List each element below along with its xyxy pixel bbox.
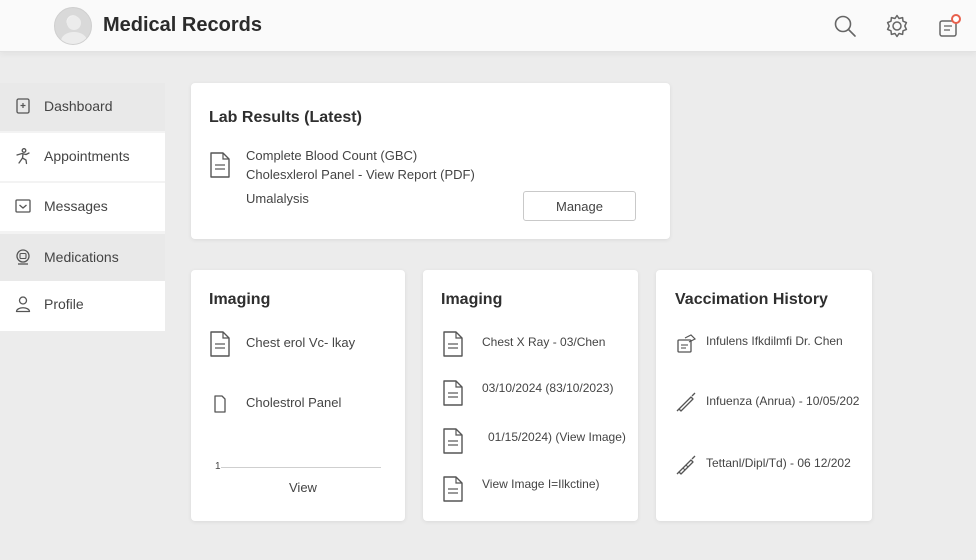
- imaging-item[interactable]: Chest X Ray - 03/Chen: [482, 335, 605, 349]
- sidebar-item-label: Dashboard: [44, 98, 113, 114]
- document-icon: [442, 330, 464, 358]
- imaging-item[interactable]: Cholestrol Panel: [246, 395, 341, 410]
- vaccination-item[interactable]: Infulens Ifkdilmfi Dr. Chen: [706, 334, 843, 348]
- document-icon: [209, 151, 231, 179]
- vaccination-item[interactable]: Infuenza (Anrua) - 10/05/202: [706, 394, 859, 408]
- sidebar-item-medications[interactable]: Medications: [0, 234, 165, 282]
- avatar[interactable]: [54, 7, 92, 45]
- document-icon: [209, 330, 231, 358]
- syringe-icon: [675, 454, 697, 476]
- imaging-item[interactable]: Chest erol Vc- lkay: [246, 335, 355, 350]
- document-icon: [213, 394, 227, 414]
- sidebar-item-label: Profile: [44, 296, 84, 312]
- pill-icon: [14, 248, 32, 266]
- card-title: Vaccimation History: [675, 291, 828, 308]
- notification-icon[interactable]: [936, 13, 962, 39]
- app-header: Medical Records: [0, 0, 976, 52]
- document-icon: [442, 427, 464, 455]
- marker-label: 1: [215, 461, 221, 472]
- sidebar-item-label: Medications: [44, 249, 119, 265]
- manage-button[interactable]: Manage: [523, 191, 636, 221]
- dashboard-icon: [14, 97, 32, 115]
- imaging-item[interactable]: View Image I=Ilkctine): [482, 477, 600, 491]
- sidebar: Dashboard Appointments Messages Medicati…: [0, 83, 165, 331]
- lab-result-item[interactable]: Umalalysis: [246, 191, 309, 206]
- sidebar-item-messages[interactable]: Messages: [0, 183, 165, 231]
- card-title: Imaging: [441, 291, 503, 308]
- sidebar-item-label: Appointments: [44, 148, 130, 164]
- lab-results-card: Lab Results (Latest) Complete Blood Coun…: [191, 83, 670, 239]
- app-title: Medical Records: [103, 14, 262, 36]
- person-activity-icon: [14, 147, 32, 165]
- sidebar-item-profile[interactable]: Profile: [0, 281, 165, 331]
- sidebar-item-appointments[interactable]: Appointments: [0, 133, 165, 181]
- lab-result-item[interactable]: Complete Blood Count (GBC): [246, 148, 417, 163]
- lab-result-item[interactable]: Cholesxlerol Panel - View Report (PDF): [246, 167, 475, 182]
- imaging-item[interactable]: 01/15/2024) (View Image): [488, 430, 626, 444]
- divider: [221, 467, 381, 468]
- search-icon[interactable]: [832, 13, 858, 39]
- sidebar-item-label: Messages: [44, 198, 108, 214]
- vaccination-card: Vaccimation History Infulens Ifkdilmfi D…: [656, 270, 872, 521]
- view-link[interactable]: View: [289, 480, 317, 495]
- gear-icon[interactable]: [884, 13, 910, 39]
- imaging-item[interactable]: 03/10/2024 (83/10/2023): [482, 381, 613, 395]
- message-icon: [14, 197, 32, 215]
- document-icon: [442, 379, 464, 407]
- document-icon: [442, 475, 464, 503]
- imaging-card-1: Imaging Chest erol Vc- lkay Cholestrol P…: [191, 270, 405, 521]
- user-icon: [14, 295, 32, 313]
- syringe-icon: [675, 391, 697, 413]
- vaccine-certificate-icon: [675, 333, 697, 355]
- vaccination-item[interactable]: Tettanl/Dipl/Td) - 06 12/202: [706, 456, 851, 470]
- card-title: Lab Results (Latest): [209, 109, 362, 126]
- card-title: Imaging: [209, 291, 271, 308]
- imaging-card-2: Imaging Chest X Ray - 03/Chen 03/10/2024…: [423, 270, 638, 521]
- sidebar-item-dashboard[interactable]: Dashboard: [0, 83, 165, 131]
